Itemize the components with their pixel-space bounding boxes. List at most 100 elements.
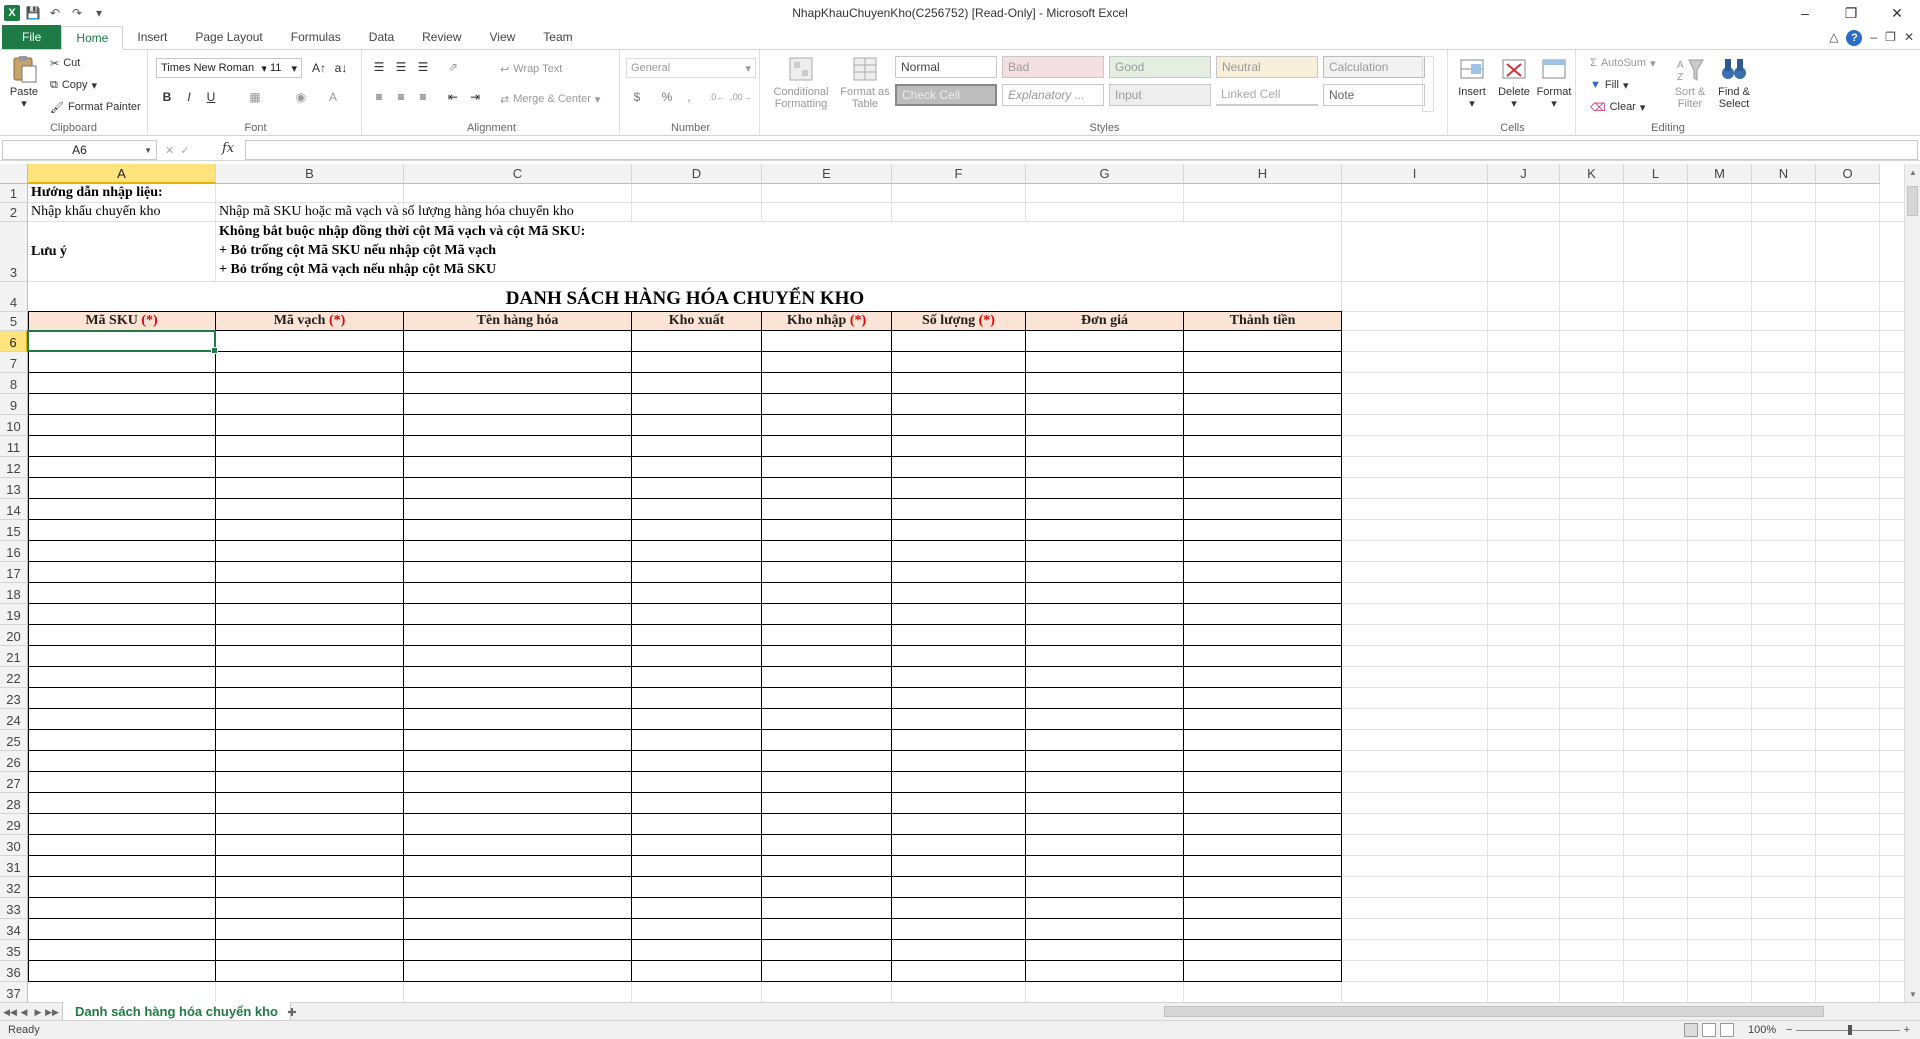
zoom-in-icon[interactable]: + bbox=[1904, 1024, 1910, 1036]
column-header-f[interactable]: F bbox=[892, 164, 1026, 184]
tab-home[interactable]: Home bbox=[61, 26, 124, 50]
row-header-4[interactable]: 4 bbox=[0, 282, 28, 312]
align-right-icon[interactable]: ≡ bbox=[414, 88, 432, 106]
fill-button[interactable]: ▼ Fill ▾ bbox=[1590, 76, 1628, 94]
formula-input[interactable] bbox=[245, 140, 1918, 160]
align-top-icon[interactable]: ☰ bbox=[370, 58, 388, 76]
row-header-30[interactable]: 30 bbox=[0, 835, 28, 856]
page-layout-view-icon[interactable] bbox=[1702, 1023, 1716, 1037]
redo-icon[interactable]: ↷ bbox=[68, 4, 86, 22]
column-header-n[interactable]: N bbox=[1752, 164, 1816, 184]
insert-cells-button[interactable]: Insert ▾ bbox=[1452, 54, 1492, 110]
column-header-i[interactable]: I bbox=[1342, 164, 1488, 184]
merge-center-button[interactable]: ⇄ Merge & Center ▾ bbox=[500, 90, 600, 108]
decrease-indent-icon[interactable]: ⇤ bbox=[444, 88, 462, 106]
style-good[interactable]: Good bbox=[1109, 56, 1211, 78]
next-sheet-icon[interactable]: ▶ bbox=[32, 1005, 44, 1019]
tab-team[interactable]: Team bbox=[529, 25, 586, 49]
row-header-25[interactable]: 25 bbox=[0, 730, 28, 751]
zoom-slider[interactable]: − + bbox=[1786, 1023, 1910, 1037]
row-header-23[interactable]: 23 bbox=[0, 688, 28, 709]
underline-button[interactable]: U bbox=[202, 88, 220, 106]
column-header-l[interactable]: L bbox=[1624, 164, 1688, 184]
row-header-19[interactable]: 19 bbox=[0, 604, 28, 625]
currency-button[interactable]: $ bbox=[628, 88, 646, 106]
new-sheet-icon[interactable]: ✚ bbox=[284, 1005, 300, 1019]
tab-review[interactable]: Review bbox=[408, 25, 475, 49]
normal-view-icon[interactable] bbox=[1684, 1023, 1698, 1037]
row-header-7[interactable]: 7 bbox=[0, 352, 28, 373]
row-header-22[interactable]: 22 bbox=[0, 667, 28, 688]
row-header-33[interactable]: 33 bbox=[0, 898, 28, 919]
minimize-button[interactable]: – bbox=[1782, 0, 1828, 26]
align-left-icon[interactable]: ≡ bbox=[370, 88, 388, 106]
column-header-j[interactable]: J bbox=[1488, 164, 1560, 184]
tab-page-layout[interactable]: Page Layout bbox=[181, 25, 276, 49]
tab-insert[interactable]: Insert bbox=[123, 25, 181, 49]
wrap-text-button[interactable]: ↩ Wrap Text bbox=[500, 60, 562, 78]
percent-button[interactable]: % bbox=[658, 88, 676, 106]
vertical-scrollbar[interactable]: ▲ ▼ bbox=[1904, 164, 1920, 1002]
minimize-ribbon-icon[interactable]: △ bbox=[1829, 30, 1838, 46]
workbook-minimize-icon[interactable]: – bbox=[1870, 30, 1877, 46]
active-cell-a6[interactable] bbox=[27, 330, 218, 354]
row-header-9[interactable]: 9 bbox=[0, 394, 28, 415]
comma-button[interactable]: , bbox=[680, 88, 698, 106]
row-header-10[interactable]: 10 bbox=[0, 415, 28, 436]
page-break-view-icon[interactable] bbox=[1720, 1023, 1734, 1037]
style-explanatory[interactable]: Explanatory ... bbox=[1002, 84, 1104, 106]
scroll-down-icon[interactable]: ▼ bbox=[1905, 986, 1920, 1002]
clear-button[interactable]: ⌫ Clear ▾ bbox=[1590, 98, 1645, 116]
confirm-formula-icon[interactable]: ✓ bbox=[180, 144, 189, 157]
row-header-35[interactable]: 35 bbox=[0, 940, 28, 961]
horizontal-scrollbar[interactable] bbox=[1142, 1005, 1902, 1019]
row-header-16[interactable]: 16 bbox=[0, 541, 28, 562]
style-check-cell[interactable]: Check Cell bbox=[895, 84, 997, 106]
column-header-c[interactable]: C bbox=[404, 164, 632, 184]
column-header-m[interactable]: M bbox=[1688, 164, 1752, 184]
grow-font-icon[interactable]: A↑ bbox=[310, 59, 328, 77]
row-header-17[interactable]: 17 bbox=[0, 562, 28, 583]
style-note[interactable]: Note bbox=[1323, 84, 1425, 106]
increase-decimal-icon[interactable]: .0← bbox=[708, 88, 726, 106]
name-box[interactable]: A6 ▼ bbox=[2, 140, 157, 160]
number-format-dropdown[interactable]: General ▾ bbox=[626, 58, 756, 78]
sort-filter-button[interactable]: AZ Sort & Filter bbox=[1670, 54, 1710, 110]
sheet-tab-active[interactable]: Danh sách hàng hóa chuyển kho bbox=[62, 1002, 291, 1021]
format-painter-button[interactable]: 🖌 Format Painter bbox=[50, 98, 141, 116]
row-header-18[interactable]: 18 bbox=[0, 583, 28, 604]
zoom-out-icon[interactable]: − bbox=[1786, 1024, 1792, 1036]
undo-icon[interactable]: ↶ bbox=[46, 4, 64, 22]
style-calculation[interactable]: Calculation bbox=[1323, 56, 1425, 78]
row-header-11[interactable]: 11 bbox=[0, 436, 28, 457]
restore-button[interactable]: ❐ bbox=[1828, 0, 1874, 26]
first-sheet-icon[interactable]: ◀◀ bbox=[3, 1005, 17, 1019]
row-header-21[interactable]: 21 bbox=[0, 646, 28, 667]
row-header-34[interactable]: 34 bbox=[0, 919, 28, 940]
row-header-29[interactable]: 29 bbox=[0, 814, 28, 835]
insert-function-icon[interactable]: fx bbox=[222, 141, 234, 156]
borders-icon[interactable]: ▦ bbox=[246, 88, 264, 106]
zoom-level[interactable]: 100% bbox=[1748, 1024, 1776, 1036]
column-header-k[interactable]: K bbox=[1560, 164, 1624, 184]
style-linked-cell[interactable]: Linked Cell bbox=[1216, 84, 1318, 106]
styles-gallery-scroll[interactable] bbox=[1422, 56, 1434, 112]
style-input[interactable]: Input bbox=[1109, 84, 1211, 106]
row-header-14[interactable]: 14 bbox=[0, 499, 28, 520]
bold-button[interactable]: B bbox=[158, 88, 176, 106]
row-header-32[interactable]: 32 bbox=[0, 877, 28, 898]
zoom-slider-knob[interactable] bbox=[1848, 1024, 1852, 1035]
decrease-decimal-icon[interactable]: .00→ bbox=[730, 88, 752, 106]
worksheet-grid[interactable]: A B C D E F G H I J K L M N O 1 2 3 4 5 6 7 8 9 10 11 12 13 14 15 16 17… bbox=[0, 164, 1904, 1002]
column-header-e[interactable]: E bbox=[762, 164, 892, 184]
align-middle-icon[interactable]: ☰ bbox=[392, 58, 410, 76]
font-name-dropdown[interactable]: Times New Roman ▾ bbox=[156, 58, 272, 78]
row-header-20[interactable]: 20 bbox=[0, 625, 28, 646]
align-bottom-icon[interactable]: ☰ bbox=[414, 58, 432, 76]
row-header-1[interactable]: 1 bbox=[0, 184, 28, 203]
increase-indent-icon[interactable]: ⇥ bbox=[466, 88, 484, 106]
italic-button[interactable]: I bbox=[180, 88, 198, 106]
column-header-a[interactable]: A bbox=[28, 164, 216, 184]
row-header-28[interactable]: 28 bbox=[0, 793, 28, 814]
row-header-37[interactable]: 37 bbox=[0, 982, 28, 1002]
